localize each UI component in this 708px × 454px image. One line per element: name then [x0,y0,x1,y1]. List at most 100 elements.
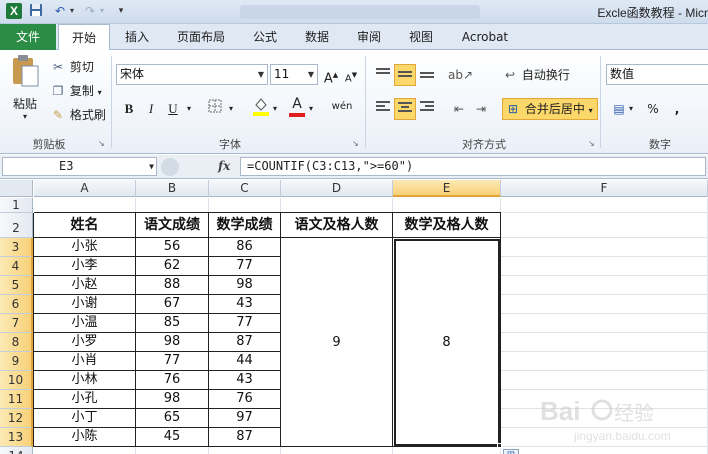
empty-cell[interactable] [501,198,708,213]
redo-icon[interactable]: ↷ [82,3,98,19]
score-cell[interactable]: 98 [136,390,209,409]
empty-cell[interactable] [501,371,708,390]
name-cell[interactable]: 小李 [34,257,136,276]
underline-button[interactable]: U [162,98,184,120]
name-cell[interactable]: 小林 [34,371,136,390]
name-cell[interactable]: 小孔 [34,390,136,409]
column-header-b[interactable]: B [136,180,209,197]
font-name-select[interactable]: 宋体 ▼ [116,64,268,85]
score-cell[interactable]: 97 [209,409,281,428]
tab-review[interactable]: 审阅 [348,24,390,50]
empty-cell[interactable] [501,257,708,276]
empty-cell[interactable] [281,198,393,213]
score-cell[interactable]: 87 [209,333,281,352]
empty-cell[interactable] [34,198,136,213]
tab-home[interactable]: 开始 [58,24,110,51]
row-header-7[interactable]: 7 [0,314,33,333]
empty-cell[interactable] [209,447,281,454]
percent-style-button[interactable]: % [642,98,664,120]
tab-view[interactable]: 视图 [400,24,442,50]
score-cell[interactable]: 62 [136,257,209,276]
accounting-dropdown-icon[interactable]: ▾ [626,98,636,120]
increase-indent-button[interactable]: ⇥ [470,98,492,120]
wrap-text-button[interactable]: ↩ 自动换行 [502,66,570,83]
name-cell[interactable]: 小肖 [34,352,136,371]
score-cell[interactable]: 87 [209,428,281,447]
score-cell[interactable]: 98 [136,333,209,352]
tab-formulas[interactable]: 公式 [244,24,286,50]
row-header-12[interactable]: 12 [0,409,33,428]
align-middle-button[interactable] [394,64,416,86]
align-right-button[interactable] [416,98,438,120]
undo-icon[interactable]: ↶ [52,3,68,19]
tab-acrobat[interactable]: Acrobat [452,24,518,50]
score-cell[interactable]: 88 [136,276,209,295]
score-cell[interactable]: 86 [209,238,281,257]
name-cell[interactable]: 小罗 [34,333,136,352]
redo-dropdown-icon[interactable]: ▾ [98,3,106,19]
score-cell[interactable]: 76 [136,371,209,390]
tab-page-layout[interactable]: 页面布局 [168,24,234,50]
font-size-select[interactable]: 11 ▼ [270,64,318,85]
grow-font-button[interactable]: A▲ [320,64,342,86]
score-cell[interactable]: 76 [209,390,281,409]
empty-cell[interactable] [136,198,209,213]
empty-cell[interactable] [501,333,708,352]
row-header-3[interactable]: 3 [0,238,33,257]
align-left-button[interactable] [372,98,394,120]
copy-button[interactable]: ❐ 复制 ▾ [50,82,102,99]
decrease-indent-button[interactable]: ⇤ [448,98,470,120]
orientation-button[interactable]: ab↗ [448,64,473,86]
fill-color-button[interactable] [250,96,272,118]
score-cell[interactable]: 45 [136,428,209,447]
empty-cell[interactable] [393,447,501,454]
empty-cell[interactable] [501,213,708,238]
insert-function-icon[interactable]: fx [218,159,230,173]
formula-input[interactable]: =COUNTIF(C3:C13,">=60") [240,157,706,176]
column-header-f[interactable]: F [501,180,708,197]
name-cell[interactable]: 小谢 [34,295,136,314]
empty-cell[interactable] [501,238,708,257]
chinese-pass-count-cell[interactable]: 9 [281,238,393,447]
empty-cell[interactable] [34,447,136,454]
row-header-11[interactable]: 11 [0,390,33,409]
fill-color-dropdown-icon[interactable]: ▾ [270,98,280,120]
name-cell[interactable]: 小温 [34,314,136,333]
align-center-button[interactable] [394,98,416,120]
column-header-e[interactable]: E [393,180,501,197]
row-header-13[interactable]: 13 [0,428,33,447]
clipboard-launcher-icon[interactable]: ↘ [98,139,105,148]
score-cell[interactable]: 77 [209,314,281,333]
row-header-6[interactable]: 6 [0,295,33,314]
name-box[interactable]: E3 ▼ [2,157,157,176]
shrink-font-button[interactable]: A▼ [340,64,362,86]
table-header-cell[interactable]: 语文成绩 [136,213,209,238]
table-header-cell[interactable]: 语文及格人数 [281,213,393,238]
row-header-2[interactable]: 2 [0,213,33,238]
row-header-5[interactable]: 5 [0,276,33,295]
score-cell[interactable]: 44 [209,352,281,371]
undo-dropdown-icon[interactable]: ▾ [68,3,76,19]
italic-button[interactable]: I [140,98,162,120]
font-color-dropdown-icon[interactable]: ▾ [306,98,316,120]
empty-cell[interactable] [393,198,501,213]
comma-style-button[interactable]: , [666,98,688,120]
table-header-cell[interactable]: 数学成绩 [209,213,281,238]
score-cell[interactable]: 67 [136,295,209,314]
tab-data[interactable]: 数据 [296,24,338,50]
font-launcher-icon[interactable]: ↘ [352,139,359,148]
borders-dropdown-icon[interactable]: ▾ [226,98,236,120]
paste-button[interactable]: 粘贴 ▾ [6,54,44,126]
bold-button[interactable]: B [118,98,140,120]
row-header-8[interactable]: 8 [0,333,33,352]
empty-cell[interactable] [501,276,708,295]
row-header-14[interactable]: 14 [0,447,33,454]
fill-handle[interactable] [497,443,502,448]
empty-cell[interactable] [501,295,708,314]
phonetic-button[interactable]: wén [328,96,356,118]
score-cell[interactable]: 77 [209,257,281,276]
tab-file[interactable]: 文件 [0,24,56,50]
align-bottom-button[interactable] [416,64,438,86]
empty-cell[interactable] [501,314,708,333]
column-header-a[interactable]: A [34,180,136,197]
